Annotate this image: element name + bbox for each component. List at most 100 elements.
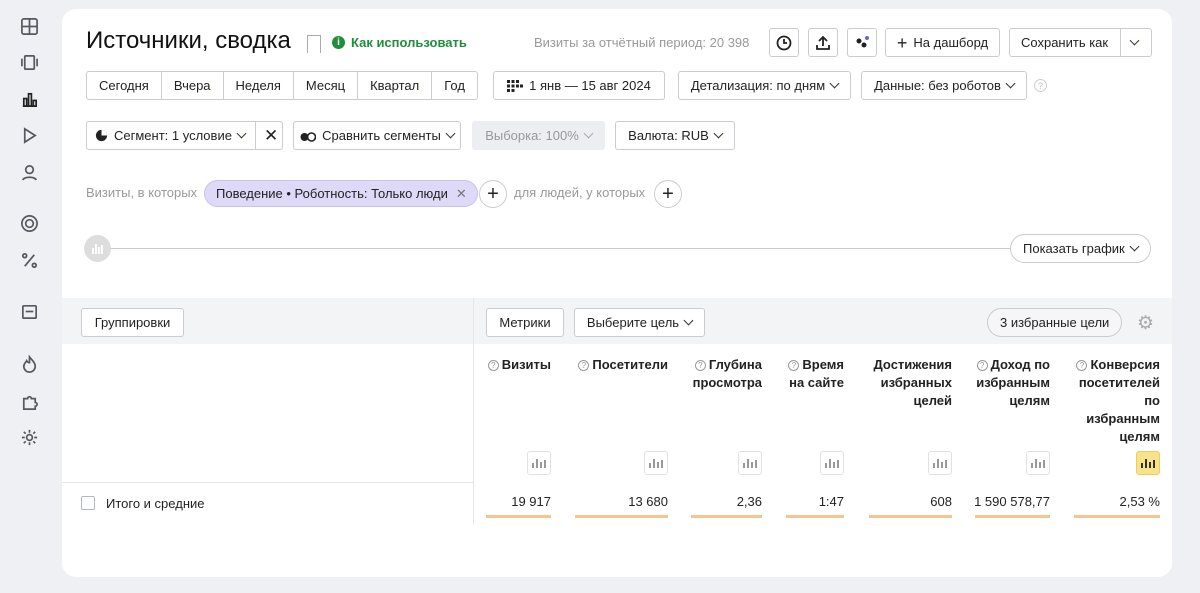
filter-middle: для людей, у которых <box>514 185 646 200</box>
close-icon[interactable]: ✕ <box>264 126 278 146</box>
value-visitors: 13 680 <box>628 494 668 509</box>
column-header-visits[interactable]: ? Визиты <box>482 356 551 374</box>
sidebar <box>0 0 58 593</box>
value-bar <box>691 515 762 518</box>
chart-toggle-icon[interactable] <box>84 235 111 262</box>
value-bar <box>1074 515 1160 518</box>
filter-chip[interactable]: Поведение • Роботность: Только люди ✕ <box>204 180 478 207</box>
period-selector: Сегодня Вчера Неделя Месяц Квартал Год <box>86 71 478 100</box>
value-bar <box>975 515 1050 518</box>
fire-icon[interactable] <box>17 352 41 376</box>
chevron-down-icon <box>236 128 247 139</box>
info-icon: i <box>332 36 345 49</box>
assistant-button[interactable] <box>847 28 877 57</box>
column-header-time[interactable]: ? Время на сайте <box>780 356 844 392</box>
sample-select: Выборка: 100% <box>472 121 605 150</box>
chevron-down-icon <box>1005 78 1016 89</box>
chart-icon[interactable] <box>738 451 762 475</box>
segment-select[interactable]: Сегмент: 1 условие ✕ <box>86 121 283 150</box>
period-week[interactable]: Неделя <box>224 72 294 99</box>
value-conversion: 2,53 % <box>1119 494 1160 509</box>
widgets-icon[interactable] <box>17 50 41 74</box>
column-header-revenue[interactable]: ? Доход по избранным целям <box>972 356 1050 410</box>
close-icon[interactable]: ✕ <box>456 186 467 202</box>
chevron-down-icon <box>1129 241 1140 252</box>
help-icon: ? <box>788 360 800 371</box>
help-icon: ? <box>976 360 988 371</box>
period-yesterday[interactable]: Вчера <box>162 72 224 99</box>
target-icon[interactable] <box>17 211 41 235</box>
select-goal-select[interactable]: Выберите цель <box>574 308 705 337</box>
reports-icon[interactable] <box>17 87 41 111</box>
puzzle-icon[interactable] <box>17 389 41 413</box>
add-user-filter-button[interactable]: + <box>654 180 682 208</box>
value-visits: 19 917 <box>511 494 551 509</box>
currency-select[interactable]: Валюта: RUB <box>615 121 735 150</box>
chart-icon[interactable] <box>527 451 551 475</box>
value-bar <box>486 515 551 518</box>
to-dashboard-button[interactable]: + На дашборд <box>885 28 1000 57</box>
help-icon: ? <box>487 360 499 371</box>
howto-link[interactable]: i Как использовать <box>332 35 467 50</box>
value-revenue: 1 590 578,77 <box>974 494 1050 509</box>
chevron-down-icon <box>713 128 724 139</box>
calendar-icon[interactable] <box>17 299 41 323</box>
metrics-button[interactable]: Метрики <box>486 308 564 337</box>
totals-checkbox[interactable] <box>81 496 95 510</box>
percent-icon[interactable] <box>17 248 41 272</box>
column-header-goal-reaches[interactable]: Достижения избранных целей <box>867 356 952 410</box>
gear-icon[interactable] <box>17 425 41 449</box>
compare-segments-button[interactable]: Сравнить сегменты <box>293 121 461 150</box>
chart-icon-active[interactable] <box>1136 451 1160 475</box>
history-button[interactable] <box>769 28 799 57</box>
upload-icon <box>816 35 830 50</box>
period-year[interactable]: Год <box>432 72 477 99</box>
save-as-button[interactable]: Сохранить как <box>1009 28 1152 57</box>
data-filter-select[interactable]: Данные: без роботов <box>861 71 1027 100</box>
help-icon: ? <box>694 360 706 371</box>
calendar-grid-icon <box>507 79 524 92</box>
help-icon[interactable]: ? <box>1034 79 1047 92</box>
play-icon[interactable] <box>17 123 41 147</box>
plus-icon: + <box>896 32 908 53</box>
chart-icon[interactable] <box>928 451 952 475</box>
timeline-line <box>99 248 1029 249</box>
help-icon: ? <box>578 360 590 371</box>
chart-icon[interactable] <box>820 451 844 475</box>
chevron-down-icon[interactable] <box>1129 35 1140 46</box>
column-header-depth[interactable]: ? Глубина просмотра <box>687 356 762 392</box>
totals-label: Итого и средние <box>106 496 205 511</box>
bookmark-icon[interactable] <box>307 35 321 53</box>
add-filter-button[interactable]: + <box>479 180 507 208</box>
user-icon[interactable] <box>17 160 41 184</box>
page-title: Источники, сводка <box>86 27 291 54</box>
pie-icon <box>95 129 108 142</box>
groupings-button[interactable]: Группировки <box>81 308 184 337</box>
table-divider <box>473 298 474 524</box>
export-button[interactable] <box>808 28 838 57</box>
chart-icon[interactable] <box>644 451 668 475</box>
show-graph-button[interactable]: Показать график <box>1010 234 1151 263</box>
value-time: 1:47 <box>818 494 844 509</box>
quote-icon <box>856 35 869 47</box>
filter-prefix: Визиты, в которых <box>86 185 198 200</box>
favorite-goals-button[interactable]: 3 избранные цели <box>987 308 1123 337</box>
value-depth: 2,36 <box>736 494 762 509</box>
report-card: Источники, сводка i Как использовать Виз… <box>62 9 1172 577</box>
row-divider <box>62 482 473 483</box>
value-goal-reaches: 608 <box>930 494 952 509</box>
compare-icon <box>300 132 317 142</box>
chevron-down-icon <box>829 78 840 89</box>
period-month[interactable]: Месяц <box>294 72 359 99</box>
chart-icon[interactable] <box>1026 451 1050 475</box>
value-bar <box>869 515 952 518</box>
period-quarter[interactable]: Квартал <box>358 72 433 99</box>
table-settings-icon[interactable]: ⚙ <box>1137 314 1154 333</box>
dashboard-icon[interactable] <box>17 14 41 38</box>
column-header-visitors[interactable]: ? Посетители <box>572 356 668 374</box>
visits-period: Визиты за отчётный период: 20 398 <box>534 35 750 50</box>
period-today[interactable]: Сегодня <box>87 72 162 99</box>
detail-select[interactable]: Детализация: по дням <box>678 71 851 100</box>
column-header-conversion[interactable]: ? Конверсия посетителей по избранным целя… <box>1067 356 1160 446</box>
date-range-button[interactable]: 1 янв — 15 авг 2024 <box>493 71 665 100</box>
